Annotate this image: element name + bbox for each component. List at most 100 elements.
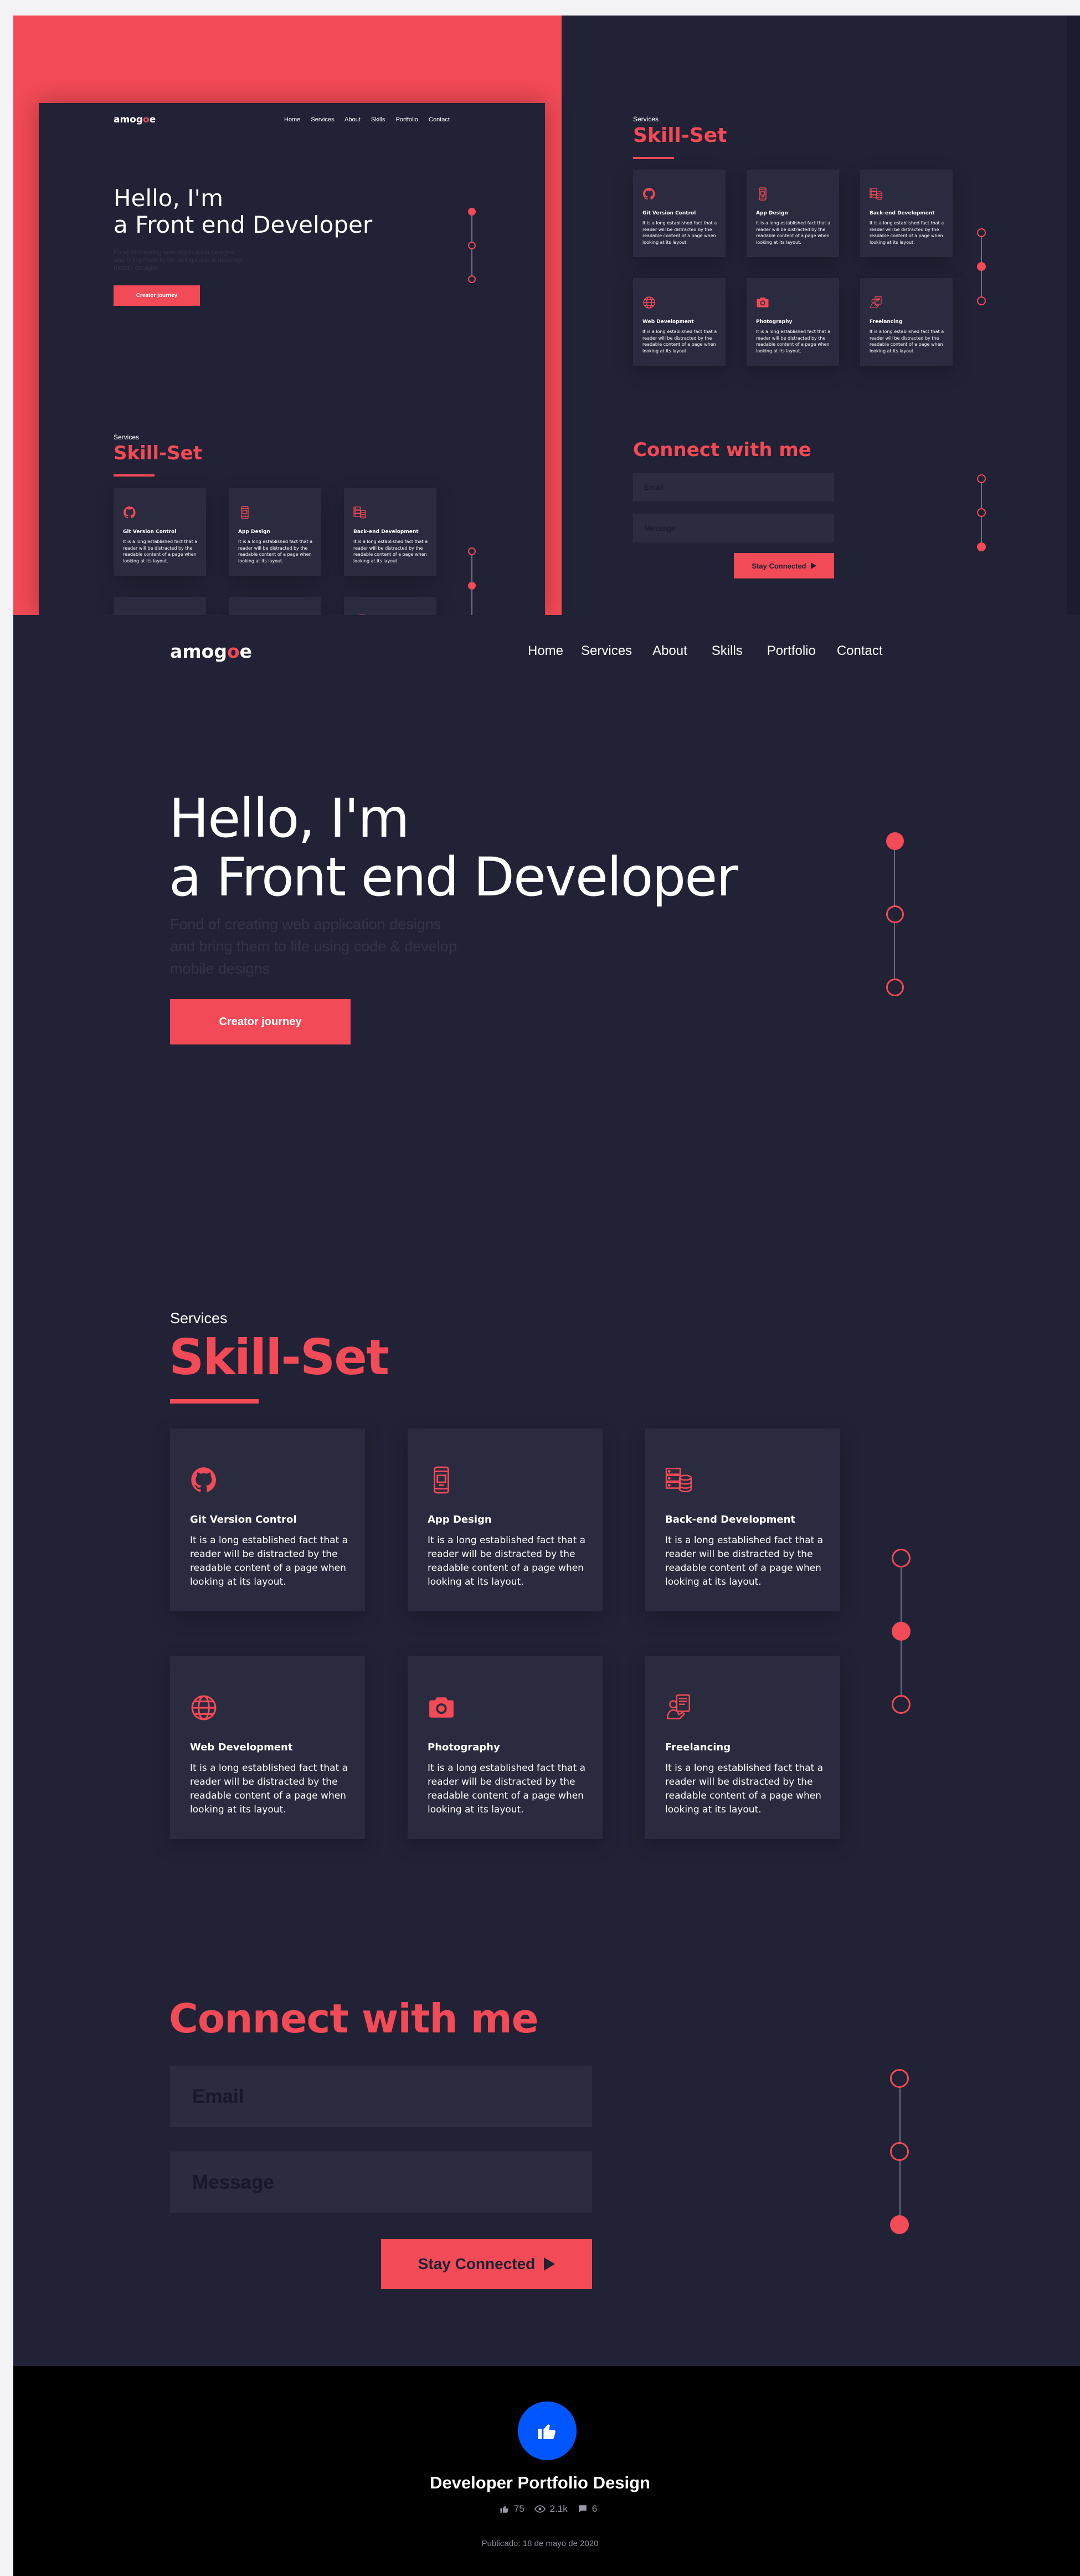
description-line: readable content of a page when [428,1563,584,1574]
nav-about[interactable]: About [652,643,687,659]
skill-card-title: App Design [428,1514,492,1525]
skill-card[interactable]: Photography It is a long established fact… [408,1656,603,1839]
connect-dot-active[interactable] [890,2215,909,2234]
skills-dot[interactable] [892,1549,911,1568]
description-line: looking at its layout. [870,239,915,245]
nav-services[interactable]: Services [581,643,632,659]
skill-card[interactable]: Back-end Development It is a long establi… [860,170,953,257]
right-preview-connect-dot-active[interactable] [977,542,986,551]
connect-title: Connect with me [169,1995,539,2042]
description-line: looking at its layout. [870,348,915,354]
right-preview-button-label: Stay Connected [752,561,806,570]
thumbs-up-icon [538,2424,556,2439]
right-preview-stay-connected-button[interactable]: Stay Connected [734,553,834,578]
right-preview-title-underline [633,157,674,159]
skills-dot-active[interactable] [892,1622,911,1641]
description-line: reader will be distracted by the [190,1776,338,1788]
right-preview-skills-dot-active[interactable] [977,262,986,271]
nav-contact[interactable]: Contact [837,643,883,659]
skill-card[interactable]: Git Version Control It is a long establis… [170,1428,365,1611]
github-icon [190,1466,218,1497]
description-line: looking at its layout. [665,1804,762,1815]
skill-card-description: It is a long established fact that aread… [428,1761,585,1817]
server-database-icon [665,1466,693,1497]
creator-journey-button[interactable]: Creator journey [170,999,351,1044]
skill-card-description: It is a long established fact that a read… [238,539,312,564]
camera-icon [756,296,769,312]
hero-subtitle-line: mobile designs [170,960,270,977]
right-preview-connect-dot[interactable] [977,508,986,517]
description-line: looking at its layout. [123,558,168,564]
skill-card[interactable]: App Design It is a long established fact … [408,1428,603,1611]
skill-card[interactable]: Git Version Control It is a long establis… [114,488,206,576]
skill-card-title: Back-end Development [870,211,935,216]
description-line: reader will be distracted by the [190,1549,338,1560]
right-preview-connect-dot[interactable] [977,474,986,483]
stay-connected-button[interactable]: Stay Connected [381,2239,592,2289]
hero-dot-active[interactable] [886,832,904,850]
description-line: reader will be distracted by the [642,335,712,341]
description-line: reader will be distracted by the [870,227,939,232]
portfolio-presentation: amogoe Home Services About Skills Portfo… [0,0,1080,2576]
skill-card[interactable]: Git Version Control It is a long establis… [633,170,726,257]
project-stats: 75 2.1k 6 [498,2503,598,2514]
nav-portfolio[interactable]: Portfolio [767,643,816,659]
skill-card-title: Freelancing [870,319,903,325]
skill-card-title: Git Version Control [190,1514,297,1525]
skill-card-title: App Design [238,529,270,535]
skill-card-description: It is a long established fact that a read… [428,1534,585,1589]
skill-card[interactable]: Freelancing It is a long established fact… [860,278,953,366]
skills-dot[interactable] [892,1695,911,1714]
logo[interactable]: amogoe [170,641,252,662]
camera-icon [428,1694,455,1724]
logo-part: amog [170,641,227,662]
description-line: readable content of a page when [870,342,943,347]
skill-card[interactable]: Photography It is a long established fact… [747,278,839,366]
hero-line1: Hello, I'm [169,787,410,849]
description-line: It is a long established fact that a [238,539,313,544]
connect-dot[interactable] [890,2142,909,2161]
description-line: It is a long established fact that a [428,1535,586,1546]
skill-card[interactable]: App Design It is a long established fact … [747,170,839,257]
right-preview-message-field[interactable] [633,514,834,542]
description-line: It is a long established fact that a [123,539,198,544]
github-icon [642,187,656,203]
hero-subtitle: Fond of creating web application designs… [170,913,457,980]
description-line: reader will be distracted by the [428,1549,575,1560]
skill-card[interactable]: Freelancing It is a long established fact… [645,1656,840,1839]
hero-dot[interactable] [886,905,904,923]
skill-card-description: It is a long established fact that aread… [756,329,830,354]
nav-skills[interactable]: Skills [712,643,743,659]
mini-skills-dot-active[interactable] [468,582,476,590]
skill-card[interactable]: Back-end Development It is a long establi… [645,1428,840,1611]
description-line: It is a long established fact that a [642,329,717,334]
skill-card-title: Photography [756,319,793,325]
skill-card[interactable]: App Design It is a long established fact … [229,488,321,576]
published-date: Publicado: 18 de mayo de 2020 [481,2539,599,2548]
connect-dot[interactable] [890,2069,909,2088]
description-line: reader will be distracted by the [756,335,826,341]
thumbs-up-icon [500,2506,508,2513]
right-preview-skills-dot[interactable] [977,296,986,305]
appreciate-button[interactable] [518,2401,577,2460]
skill-card[interactable]: Web Development It is a long established … [170,1656,365,1839]
email-field[interactable] [170,2066,592,2127]
server-database-icon [870,187,883,203]
description-line: reader will be distracted by the [353,545,423,551]
right-preview-email-field[interactable] [633,473,834,501]
right-preview-skills-dot[interactable] [977,228,986,237]
description-line: readable content of a page when [238,552,312,557]
description-line: readable content of a page when [665,1790,821,1801]
mini-skills-dot[interactable] [468,547,476,555]
description-line: reader will be distracted by the [428,1776,575,1788]
message-field[interactable] [170,2152,592,2213]
server-database-icon [353,506,367,522]
description-line: looking at its layout. [665,1576,762,1587]
globe-icon [190,1694,218,1724]
nav-home[interactable]: Home [528,643,563,659]
skill-card[interactable]: Back-end Development It is a long establi… [344,488,436,576]
play-arrow-icon [810,562,816,569]
skill-card[interactable]: Web Development It is a long established … [633,278,726,366]
hero-dot[interactable] [886,979,904,996]
logo-part: e [239,641,253,662]
